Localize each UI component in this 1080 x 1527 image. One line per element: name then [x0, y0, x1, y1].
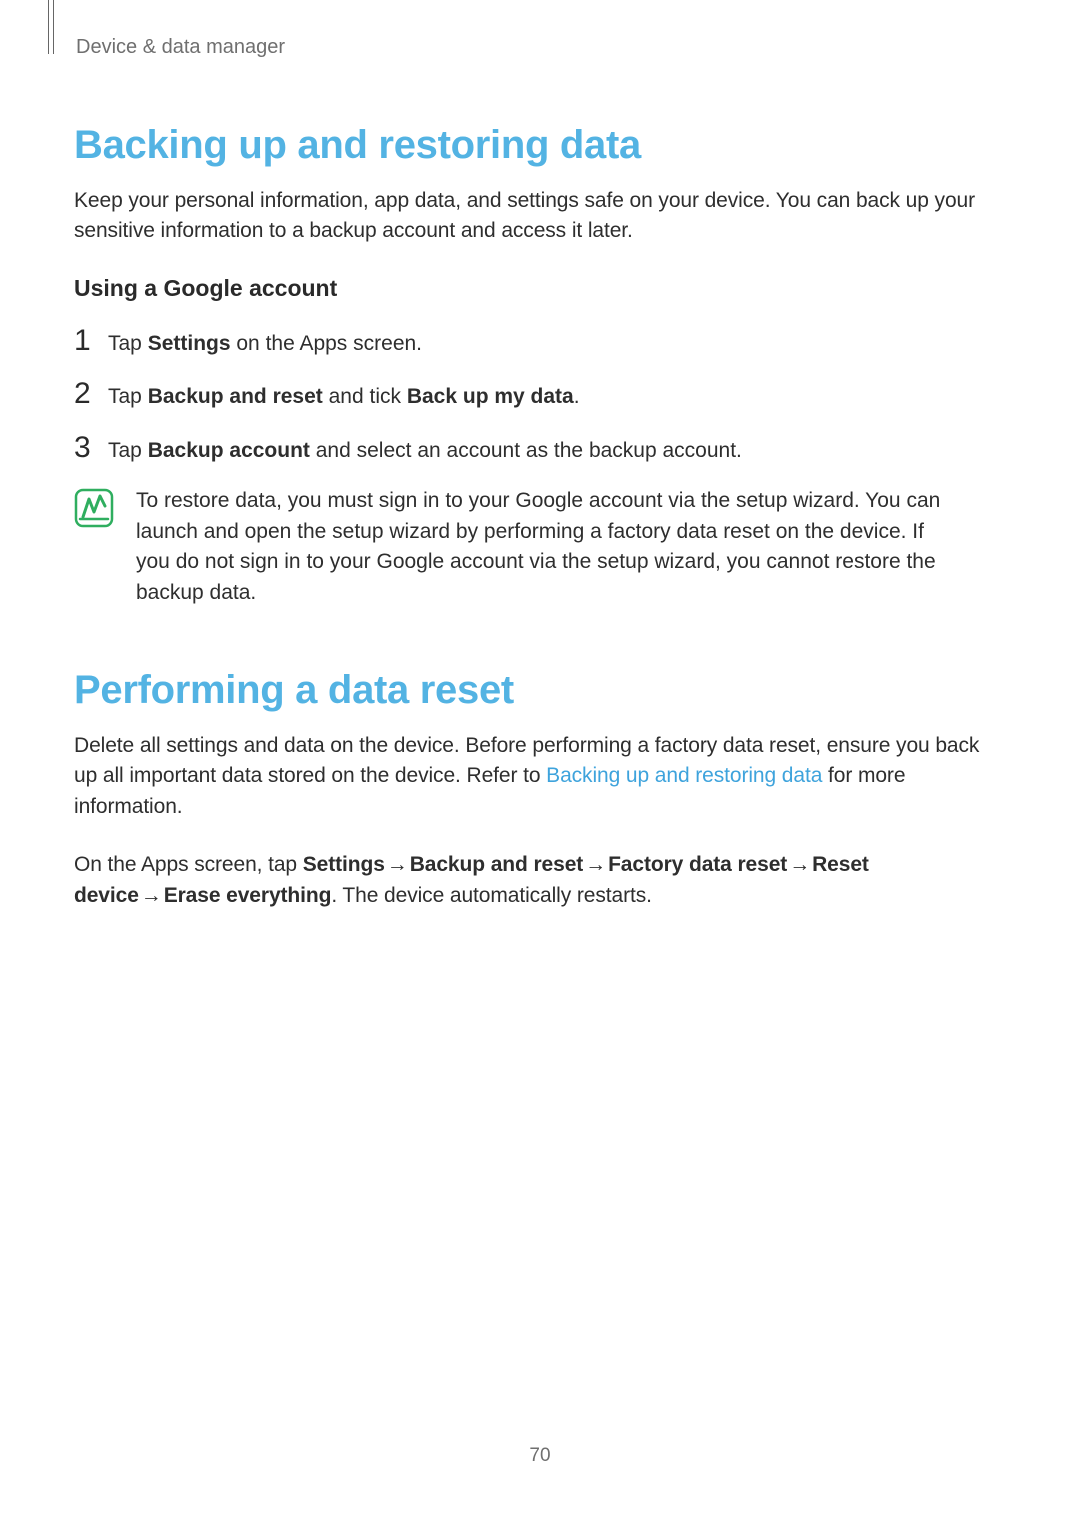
reset-paragraph-1: Delete all settings and data on the devi… [74, 731, 982, 822]
step-number: 2 [74, 379, 94, 409]
step-1: 1 Tap Settings on the Apps screen. [74, 326, 982, 359]
text: . [574, 385, 580, 408]
text: . The device automatically restarts. [331, 884, 652, 907]
step-number: 3 [74, 433, 94, 463]
bold-text: Factory data reset [608, 853, 787, 876]
text: and select an account as the backup acco… [310, 439, 742, 462]
reset-paragraph-2: On the Apps screen, tap Settings→Backup … [74, 850, 982, 911]
bold-text: Backup account [148, 439, 310, 462]
text: Tap [108, 332, 148, 355]
header-tab-marks [48, 0, 54, 54]
link-backup-restore[interactable]: Backing up and restoring data [546, 764, 822, 787]
arrow-icon: → [139, 884, 164, 907]
step-3: 3 Tap Backup account and select an accou… [74, 433, 982, 466]
page-number: 70 [0, 1445, 1080, 1467]
section-title-reset: Performing a data reset [74, 668, 982, 713]
arrow-icon: → [787, 853, 812, 876]
bold-text: Back up my data [407, 385, 574, 408]
step-text: Tap Backup account and select an account… [108, 436, 742, 466]
text: On the Apps screen, tap [74, 853, 303, 876]
bold-text: Erase everything [164, 884, 332, 907]
subheading-google-account: Using a Google account [74, 275, 982, 302]
arrow-icon: → [583, 853, 608, 876]
note-icon [74, 488, 114, 528]
text: Tap [108, 439, 148, 462]
note-text: To restore data, you must sign in to you… [136, 486, 982, 608]
step-text: Tap Settings on the Apps screen. [108, 329, 422, 359]
bold-text: Settings [303, 853, 385, 876]
bold-text: Backup and reset [148, 385, 323, 408]
text: on the Apps screen. [231, 332, 422, 355]
section-title-backup: Backing up and restoring data [74, 123, 982, 168]
step-number: 1 [74, 326, 94, 356]
breadcrumb: Device & data manager [76, 36, 982, 59]
step-text: Tap Backup and reset and tick Back up my… [108, 382, 580, 412]
arrow-icon: → [385, 853, 410, 876]
step-2: 2 Tap Backup and reset and tick Back up … [74, 379, 982, 412]
text: Tap [108, 385, 148, 408]
bold-text: Backup and reset [410, 853, 583, 876]
section-data-reset: Performing a data reset Delete all setti… [74, 668, 982, 911]
page-content: Device & data manager Backing up and res… [0, 0, 1080, 911]
intro-paragraph: Keep your personal information, app data… [74, 186, 982, 247]
note-block: To restore data, you must sign in to you… [74, 486, 982, 608]
text: and tick [323, 385, 407, 408]
bold-text: Settings [148, 332, 231, 355]
